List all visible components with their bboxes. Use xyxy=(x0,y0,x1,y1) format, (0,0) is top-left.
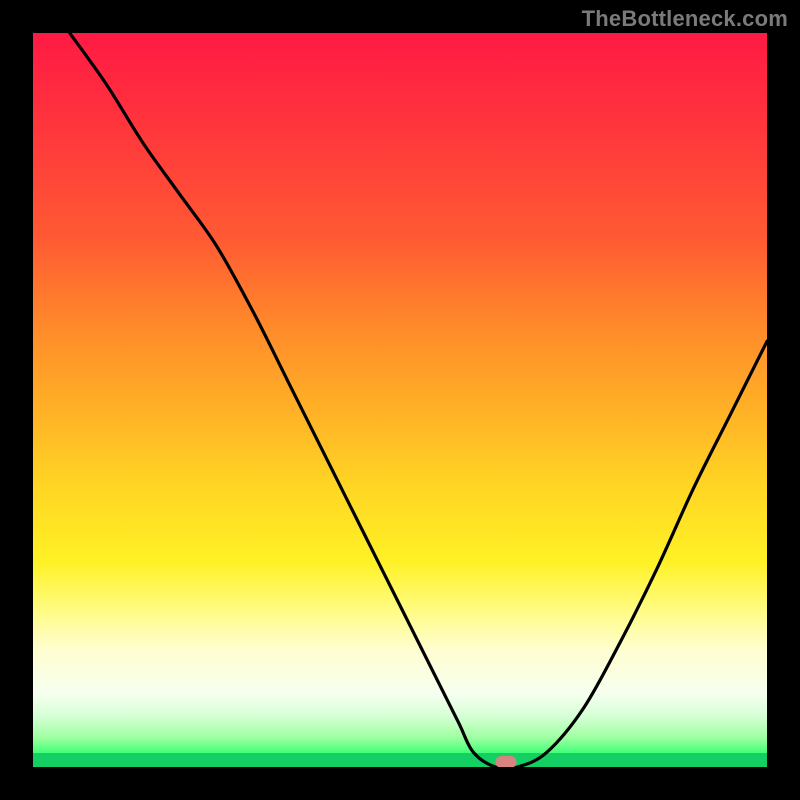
optimal-point-marker xyxy=(496,756,517,767)
watermark-text: TheBottleneck.com xyxy=(582,6,788,32)
plot-area xyxy=(33,33,767,767)
bottleneck-curve xyxy=(33,33,767,767)
chart-container: TheBottleneck.com xyxy=(0,0,800,800)
